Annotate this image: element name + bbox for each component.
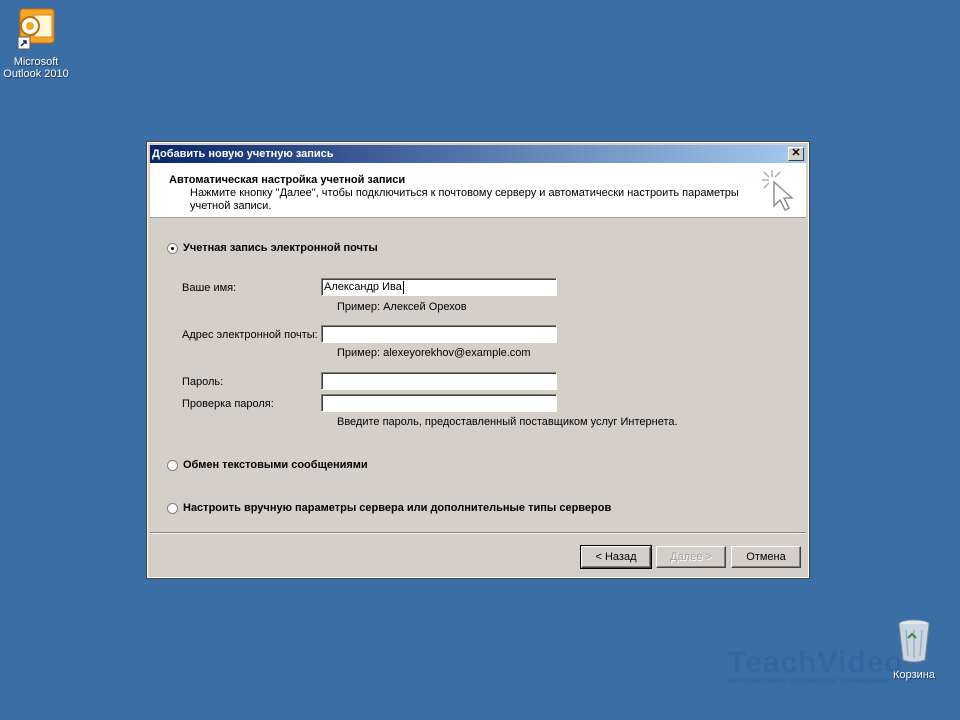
- outlook-desktop-shortcut[interactable]: Microsoft Outlook 2010: [2, 5, 70, 80]
- add-account-dialog: Добавить новую учетную запись ✕ Автомати…: [146, 141, 810, 579]
- dialog-titlebar[interactable]: Добавить новую учетную запись ✕: [150, 145, 806, 163]
- option-manual-setup[interactable]: Настроить вручную параметры сервера или …: [167, 502, 611, 514]
- manual-setup-radio[interactable]: [167, 502, 178, 514]
- option-sms-label: Обмен текстовыми сообщениями: [183, 459, 368, 471]
- password-input[interactable]: [321, 372, 557, 390]
- name-input-value: Александр Ива: [324, 281, 402, 293]
- text-caret: [402, 280, 404, 294]
- password-hint: Введите пароль, предоставленный поставщи…: [337, 416, 678, 428]
- name-input[interactable]: Александр Ива: [321, 278, 557, 296]
- email-hint: Пример: alexeyorekhov@example.com: [337, 347, 531, 359]
- back-button[interactable]: < Назад: [580, 545, 652, 569]
- email-input[interactable]: [321, 325, 557, 343]
- outlook-shortcut-label-1: Microsoft: [13, 56, 59, 68]
- cancel-button[interactable]: Отмена: [731, 546, 801, 568]
- dialog-title: Добавить новую учетную запись: [152, 148, 334, 160]
- text-messaging-radio[interactable]: [167, 459, 178, 471]
- watermark-subtitle: Интерактивное обучающее телевидение: [728, 676, 890, 685]
- email-account-radio[interactable]: [167, 242, 178, 254]
- password-label: Пароль:: [182, 376, 224, 388]
- header-title: Автоматическая настройка учетной записи: [169, 174, 406, 186]
- email-label: Адрес электронной почты:: [182, 329, 318, 341]
- watermark: TeachVideo Интерактивное обучающее телев…: [728, 646, 904, 685]
- name-label: Ваше имя:: [182, 282, 237, 294]
- confirm-password-input[interactable]: [321, 394, 557, 412]
- dialog-header: Автоматическая настройка учетной записи …: [150, 163, 806, 218]
- option-manual-label: Настроить вручную параметры сервера или …: [183, 502, 612, 514]
- watermark-title: TeachVideo: [728, 646, 904, 679]
- option-text-messaging[interactable]: Обмен текстовыми сообщениями: [167, 459, 368, 471]
- close-button[interactable]: ✕: [788, 147, 804, 161]
- option-email-label: Учетная запись электронной почты: [183, 242, 378, 254]
- close-icon: ✕: [791, 147, 801, 159]
- outlook-shortcut-label-2: Outlook 2010: [3, 68, 69, 80]
- next-button[interactable]: Далее >: [656, 546, 726, 568]
- footer-separator: [150, 532, 806, 534]
- header-description: Нажмите кнопку "Далее", чтобы подключить…: [190, 187, 739, 212]
- name-hint: Пример: Алексей Орехов: [337, 301, 467, 313]
- outlook-icon: [17, 8, 55, 50]
- confirm-password-label: Проверка пароля:: [182, 398, 274, 410]
- cursor-sparkle-icon: [762, 170, 794, 212]
- option-email-account[interactable]: Учетная запись электронной почты: [167, 242, 378, 254]
